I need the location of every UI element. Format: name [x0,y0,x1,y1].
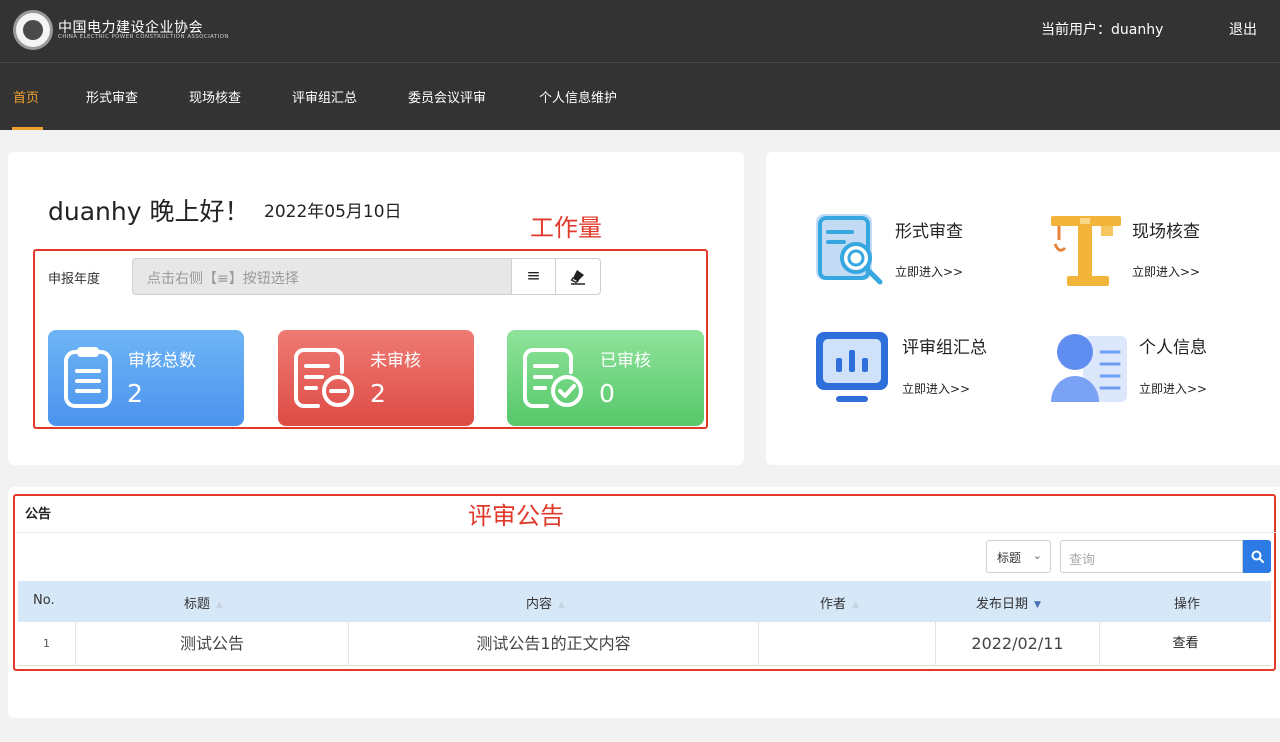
col-title[interactable]: 标题 ▲︎ [184,593,223,612]
filter-select[interactable]: 标题 ⌄ [986,540,1051,573]
quick-title-site-check: 现场核查 [1132,222,1200,242]
list-button[interactable]: ≡ [511,258,556,295]
crane-icon [1051,216,1121,286]
col-author-label: 作者 [820,597,847,612]
quick-link-formal-review[interactable]: 形式审查 立即进入>> [814,212,994,292]
cell-date: 2022/02/11 [935,622,1099,666]
nav-item-personal-info[interactable]: 个人信息维护 [539,87,617,106]
stat-card-reviewed[interactable]: 已审核 0 [507,330,704,426]
col-content-label: 内容 [526,597,553,612]
quick-title-group-summary: 评审组汇总 [902,338,987,358]
list-icon: ≡ [526,266,541,286]
search-button[interactable] [1243,540,1271,573]
annotation-notice: 评审公告 [468,502,564,530]
nav-active-indicator [12,127,43,130]
org-name-en: CHINA ELECTRIC POWER CONSTRUCTION ASSOCI… [58,34,229,40]
clear-button[interactable] [555,258,601,295]
sort-icon: ▲︎ [558,600,565,610]
stat-title-pending: 未审核 [370,351,421,371]
main-nav: 首页 形式审查 现场核查 评审组汇总 委员会议评审 个人信息维护 [0,63,1280,130]
eraser-icon [570,269,585,285]
quick-enter-group-summary[interactable]: 立即进入>> [902,380,970,397]
annotation-workload: 工作量 [530,214,602,242]
stat-title-total: 审核总数 [128,351,196,371]
cell-title: 测试公告 [75,622,348,666]
quick-link-group-summary[interactable]: 评审组汇总 立即进入>> [814,330,1014,410]
search-icon [1251,550,1264,563]
table-header: No. 标题 ▲︎ 内容 ▲︎ 作者 ▲︎ 发布日期 ▼ 操作 [18,581,1271,622]
sort-icon: ▲︎ [852,600,859,610]
nav-item-group-summary[interactable]: 评审组汇总 [292,87,357,106]
stat-card-total[interactable]: 审核总数 2 [48,330,244,426]
year-input[interactable]: 点击右侧【≡】按钮选择 [132,258,512,295]
chevron-down-icon: ⌄ [1032,549,1042,562]
nav-item-home[interactable]: 首页 [13,87,39,106]
table-row: 1 测试公告 测试公告1的正文内容 2022/02/11 查看 [18,622,1271,666]
notice-card: 公告 评审公告 标题 ⌄ 查询 No. 标题 ▲︎ 内容 ▲︎ 作者 ▲︎ 发布日期 ▼… [8,487,1280,718]
logout-link[interactable]: 退出 [1229,19,1257,39]
sort-icon: ▲︎ [216,600,223,610]
quick-enter-site-check[interactable]: 立即进入>> [1132,263,1200,280]
greeting: duanhy 晚上好！ [48,197,250,226]
col-date-label: 发布日期 [976,597,1029,612]
association-logo [13,10,53,50]
monitor-chart-icon [816,332,888,402]
document-search-icon [816,214,883,285]
sort-desc-icon: ▼ [1034,600,1041,610]
nav-item-site-check[interactable]: 现场核查 [189,87,241,106]
col-date[interactable]: 发布日期 ▼ [976,593,1041,612]
notice-divider [16,532,1276,533]
col-no: No. [33,593,55,608]
quick-title-personal-info: 个人信息 [1139,338,1207,358]
view-link[interactable]: 查看 [1099,622,1271,666]
cell-content: 测试公告1的正文内容 [348,622,758,666]
col-author[interactable]: 作者 ▲︎ [820,593,859,612]
quick-links-card: 形式审查 立即进入>> 现场核查 立即进入>> 评审组汇总 立即进入>> 个人信… [766,152,1280,465]
document-minus-icon [294,348,354,408]
stat-card-pending[interactable]: 未审核 2 [278,330,474,426]
stat-value-total: 2 [127,379,143,408]
quick-link-personal-info[interactable]: 个人信息 立即进入>> [1051,330,1241,410]
nav-item-committee-review[interactable]: 委员会议评审 [408,87,486,106]
quick-title-formal-review: 形式审查 [895,222,963,242]
stat-title-reviewed: 已审核 [600,351,651,371]
search-input[interactable]: 查询 [1060,540,1243,573]
stat-value-reviewed: 0 [599,379,615,408]
quick-enter-personal-info[interactable]: 立即进入>> [1139,380,1207,397]
col-content[interactable]: 内容 ▲︎ [526,593,565,612]
notice-title: 公告 [25,507,52,522]
cell-no: 1 [43,637,50,650]
clipboard-icon [64,347,112,408]
quick-link-site-check[interactable]: 现场核查 立即进入>> [1051,212,1231,292]
nav-item-formal-review[interactable]: 形式审查 [86,87,138,106]
document-check-icon [523,348,583,408]
user-card-icon [1051,334,1127,402]
workload-card: duanhy 晚上好！ 2022年05月10日 工作量 申报年度 点击右侧【≡】… [8,152,744,465]
col-action: 操作 [1174,597,1201,612]
year-label: 申报年度 [48,272,101,287]
col-title-label: 标题 [184,597,211,612]
filter-select-value: 标题 [997,551,1022,565]
current-date: 2022年05月10日 [264,202,402,222]
quick-enter-formal-review[interactable]: 立即进入>> [895,263,963,280]
current-user: 当前用户：duanhy [1041,22,1164,38]
cell-author [758,622,935,666]
top-header: 中国电力建设企业协会 CHINA ELECTRIC POWER CONSTRUC… [0,0,1280,62]
stat-value-pending: 2 [370,379,386,408]
